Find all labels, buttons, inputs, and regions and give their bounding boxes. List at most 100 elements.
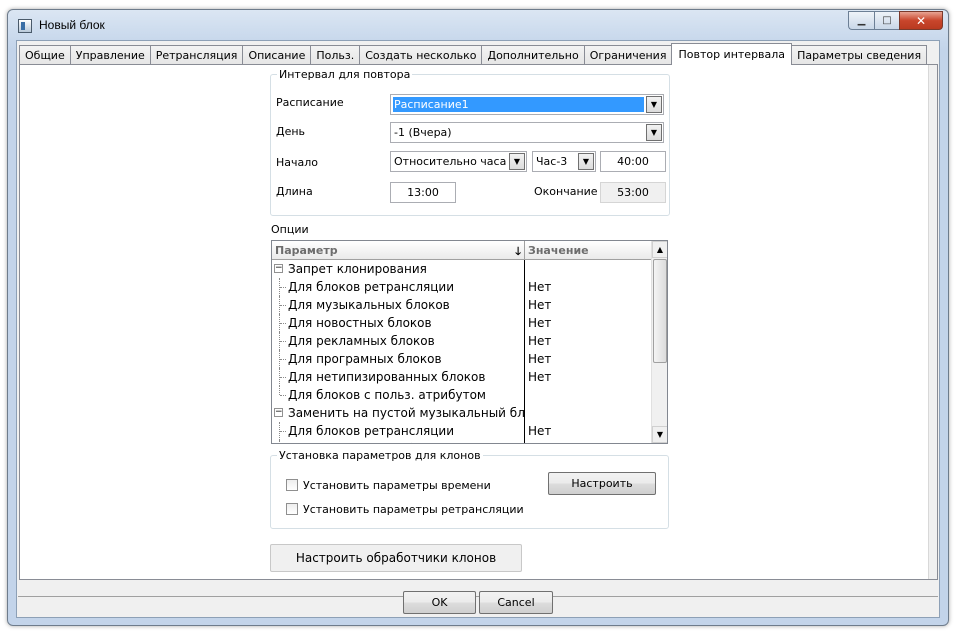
param-cell[interactable]: Для блоков ретрансляции — [272, 278, 525, 296]
tree-branch — [280, 395, 286, 396]
value-cell[interactable]: Нет — [525, 314, 653, 332]
start-time-input[interactable]: 40:00 — [600, 151, 666, 172]
tab-restrictions[interactable]: Ограничения — [583, 45, 673, 65]
tree-branch — [280, 323, 286, 324]
chevron-down-icon[interactable]: ▼ — [646, 124, 662, 141]
title-bar[interactable]: Новый блок ▁ □ ✕ — [8, 10, 948, 42]
set-relay-label[interactable]: Установить параметры ретрансляции — [303, 503, 524, 516]
table-row[interactable]: Для нетипизированных блоков Нет — [272, 368, 653, 386]
chevron-down-icon[interactable]: ▼ — [578, 153, 594, 170]
chevron-down-icon[interactable]: ▼ — [646, 96, 662, 113]
grid-group-row[interactable]: − Запрет клонирования — [272, 260, 653, 278]
tree-branch — [280, 377, 286, 378]
tree-branch — [280, 341, 286, 342]
scroll-down-button[interactable]: ▼ — [652, 426, 667, 443]
scroll-up-button[interactable]: ▲ — [652, 241, 667, 258]
day-value: -1 (Вчера) — [394, 126, 452, 139]
param-text: Для програмных блоков — [288, 352, 442, 366]
table-row[interactable]: Для рекламных блоков Нет — [272, 332, 653, 350]
value-cell[interactable]: Нет — [525, 368, 653, 386]
table-row[interactable]: Для програмных блоков Нет — [272, 350, 653, 368]
start-hour-select[interactable]: Час-3 ▼ — [532, 151, 596, 172]
grid-scrollbar[interactable]: ▲ ▼ — [651, 241, 667, 443]
tab-interval-repeat[interactable]: Повтор интервала — [671, 43, 793, 65]
collapse-icon[interactable]: − — [274, 264, 283, 273]
param-cell[interactable]: Для музыкальных блоков — [272, 440, 525, 443]
set-relay-checkbox[interactable] — [286, 503, 298, 515]
value-cell[interactable]: Нет — [525, 422, 653, 440]
grid-group-row[interactable]: − Заменить на пустой музыкальный блок — [272, 404, 653, 422]
table-row[interactable]: Для блоков с польз. атрибутом — [272, 386, 653, 404]
length-label: Длина — [276, 185, 313, 198]
param-text: Для нетипизированных блоков — [288, 370, 486, 384]
param-text: Для блоков ретрансляции — [288, 280, 455, 294]
value-cell[interactable]: Нет — [525, 296, 653, 314]
table-row[interactable]: Для блоков ретрансляции Нет — [272, 422, 653, 440]
length-input[interactable]: 13:00 — [390, 182, 456, 203]
tree-branch — [280, 431, 286, 432]
end-value: 53:00 — [600, 182, 666, 203]
tab-create-multiple[interactable]: Создать несколько — [359, 45, 483, 65]
column-header-value-label: Значение — [528, 244, 589, 257]
param-cell[interactable]: Для новостных блоков — [272, 314, 525, 332]
column-header-value[interactable]: Значение — [525, 241, 653, 260]
value-cell[interactable] — [525, 404, 653, 422]
options-grid: Параметр 🡓 Значение − Запрет клонирования… — [271, 240, 668, 444]
param-text: Для музыкальных блоков — [288, 298, 450, 312]
cancel-button[interactable]: Cancel — [479, 591, 553, 614]
tab-control[interactable]: Управление — [69, 45, 151, 65]
tab-user[interactable]: Польз. — [310, 45, 361, 65]
value-cell[interactable]: Нет — [525, 440, 653, 443]
start-mode-select[interactable]: Относительно часа ▼ — [390, 151, 527, 172]
tab-description[interactable]: Описание — [242, 45, 312, 65]
value-cell[interactable]: Нет — [525, 350, 653, 368]
table-row[interactable]: Для блоков ретрансляции Нет — [272, 278, 653, 296]
param-cell[interactable]: Для блоков ретрансляции — [272, 422, 525, 440]
schedule-select[interactable]: Расписание1 ▼ — [390, 94, 664, 115]
panel-scrollbar[interactable] — [928, 65, 937, 579]
footer-divider — [18, 596, 938, 597]
param-cell[interactable]: Для музыкальных блоков — [272, 296, 525, 314]
maximize-button[interactable]: □ — [874, 11, 899, 30]
param-cell[interactable]: Для блоков с польз. атрибутом — [272, 386, 525, 404]
param-text: Для новостных блоков — [288, 316, 432, 330]
tree-line — [279, 440, 280, 443]
value-cell[interactable]: Нет — [525, 332, 653, 350]
scroll-thumb[interactable] — [653, 259, 667, 363]
value-cell[interactable]: Нет — [525, 278, 653, 296]
collapse-icon[interactable]: − — [274, 408, 283, 417]
param-cell[interactable]: Для нетипизированных блоков — [272, 368, 525, 386]
interval-legend: Интервал для повтора — [277, 68, 413, 81]
minimize-button[interactable]: ▁ — [848, 11, 874, 30]
tab-relay[interactable]: Ретрансляция — [149, 45, 244, 65]
param-text: Для блоков с польз. атрибутом — [288, 388, 486, 402]
minimize-icon: ▁ — [857, 15, 866, 26]
param-cell[interactable]: − Заменить на пустой музыкальный блок — [272, 404, 525, 422]
ok-button[interactable]: OK — [403, 591, 476, 614]
set-time-label[interactable]: Установить параметры времени — [303, 479, 491, 492]
value-cell[interactable] — [525, 260, 653, 278]
close-button[interactable]: ✕ — [899, 11, 943, 30]
set-time-checkbox[interactable] — [286, 479, 298, 491]
param-cell[interactable]: Для рекламных блоков — [272, 332, 525, 350]
schedule-value: Расписание1 — [393, 97, 644, 112]
tab-additional[interactable]: Дополнительно — [481, 45, 585, 65]
tab-strip: Общие Управление Ретрансляция Описание П… — [19, 43, 928, 65]
chevron-down-icon[interactable]: ▼ — [509, 153, 525, 170]
param-cell[interactable]: Для програмных блоков — [272, 350, 525, 368]
table-row[interactable]: Для музыкальных блоков Нет — [272, 296, 653, 314]
end-label: Окончание — [534, 185, 598, 198]
grid-rows: − Запрет клонирования Для блоков ретрансля… — [272, 260, 653, 443]
configure-clone-handlers-button[interactable]: Настроить обработчики клонов — [270, 544, 522, 572]
table-row[interactable]: Для музыкальных блоков Нет — [272, 440, 653, 443]
tab-general[interactable]: Общие — [19, 45, 71, 65]
column-header-param-label: Параметр — [275, 244, 338, 257]
day-select[interactable]: -1 (Вчера) ▼ — [390, 122, 664, 143]
column-header-param[interactable]: Параметр 🡓 — [272, 241, 525, 260]
value-cell[interactable] — [525, 386, 653, 404]
configure-button[interactable]: Настроить — [548, 472, 656, 495]
tab-mix-params[interactable]: Параметры сведения — [791, 45, 928, 65]
table-row[interactable]: Для новостных блоков Нет — [272, 314, 653, 332]
param-cell[interactable]: − Запрет клонирования — [272, 260, 525, 278]
day-label: День — [276, 125, 306, 138]
